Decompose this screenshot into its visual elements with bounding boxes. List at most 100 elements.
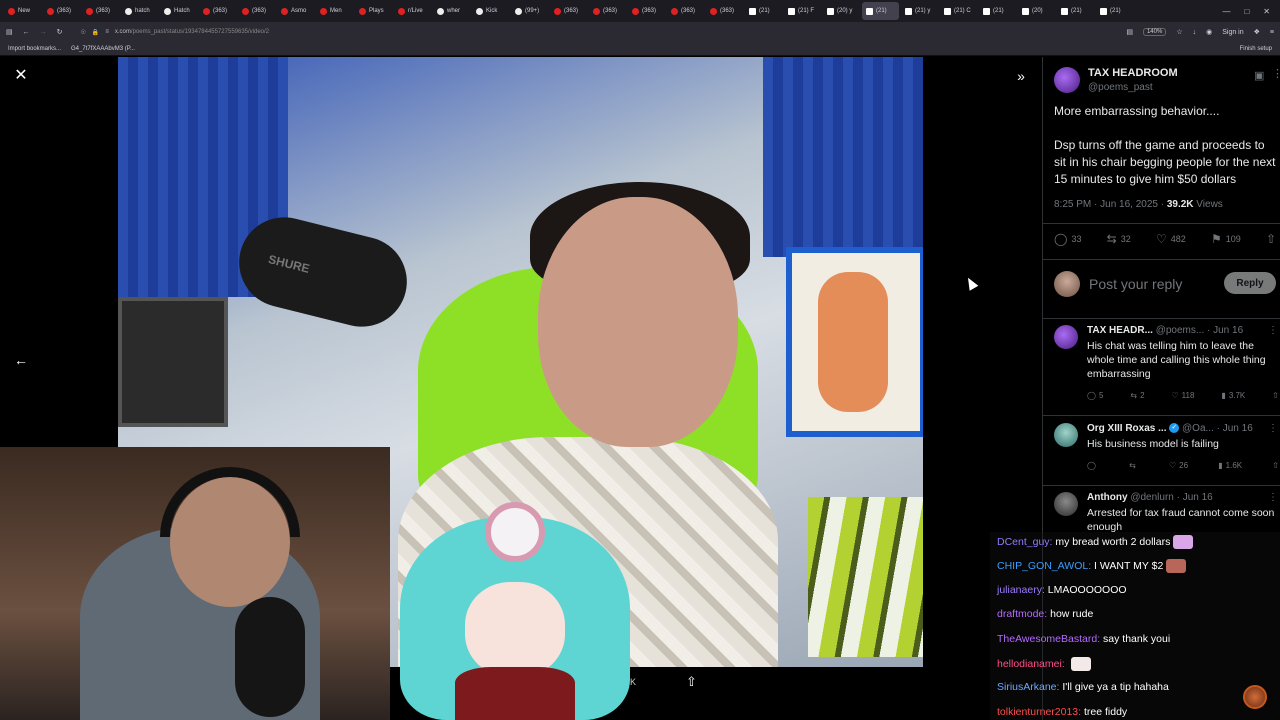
browser-tab[interactable]: wher — [433, 2, 470, 20]
bookmark-import[interactable]: Import bookmarks... — [8, 46, 61, 52]
browser-tab[interactable]: (20) y — [823, 2, 860, 20]
browser-tab[interactable]: Asmo — [277, 2, 314, 20]
chat-username[interactable]: hellodianamei: — [997, 658, 1065, 670]
reply-stat[interactable]: ◯ 33 — [1054, 232, 1081, 246]
repost-action[interactable]: ⇆ 2 — [1130, 391, 1144, 400]
list-item[interactable]: TAX HEADR... @poems... · Jun 16 ⋮ His ch… — [1054, 325, 1279, 405]
previous-arrow-icon[interactable]: ← — [12, 351, 30, 369]
post-time[interactable]: 8:25 PM · Jun 16, 2025 · — [1054, 199, 1167, 210]
address-bar[interactable]: ☉ 🔒 ≡ x.com/poems_past/status/1934784455… — [73, 25, 1117, 39]
bookmark-item[interactable]: G4_7t7fXAAAbvM3 (P... — [71, 46, 135, 52]
browser-tab[interactable]: (363) — [667, 2, 704, 20]
sidebar-icon[interactable]: ▤ — [6, 28, 13, 36]
tab-label: (363) — [642, 8, 657, 14]
browser-tab[interactable]: (21) — [745, 2, 782, 20]
browser-tab[interactable]: (363) — [82, 2, 119, 20]
browser-tab[interactable]: (21) — [979, 2, 1016, 20]
browser-tab[interactable]: (363) — [706, 2, 743, 20]
reply-action[interactable]: ◯ — [1087, 461, 1099, 470]
browser-tab[interactable]: (363) — [628, 2, 665, 20]
comment-author[interactable]: Org XIII Roxas ... — [1087, 423, 1166, 434]
share-action[interactable]: ⇧ — [1272, 461, 1279, 470]
share-icon[interactable]: ⇧ — [686, 674, 697, 690]
reply-icon: ◯ — [1087, 461, 1096, 470]
close-window-icon[interactable]: ✕ — [1263, 7, 1270, 16]
browser-tab[interactable]: (21) y — [901, 2, 938, 20]
browser-tab[interactable]: Hatch — [160, 2, 197, 20]
chat-username[interactable]: julianaery: — [997, 584, 1045, 596]
browser-tab[interactable]: (99+) — [511, 2, 548, 20]
extensions-icon[interactable]: ❖ — [1254, 28, 1260, 36]
chat-username[interactable]: tolkienturner2013: — [997, 706, 1081, 718]
more-options-icon[interactable]: ⋮ — [1268, 423, 1278, 434]
browser-tab[interactable]: Men — [316, 2, 353, 20]
grok-icon[interactable]: ▣ — [1254, 69, 1264, 82]
bookmark-finish-setup[interactable]: Finish setup — [1240, 46, 1272, 52]
like-action[interactable]: ♡ 26 — [1169, 461, 1188, 470]
chat-username[interactable]: DCent_guy: — [997, 536, 1052, 548]
download-icon[interactable]: ↓ — [1193, 29, 1197, 36]
close-icon[interactable]: ✕ — [12, 67, 30, 85]
browser-tab[interactable]: (21) F — [784, 2, 821, 20]
browser-tab[interactable]: hatch — [121, 2, 158, 20]
bookmark-stat[interactable]: ⚑ 109 — [1211, 232, 1241, 246]
repost-stat[interactable]: ⇆ 32 — [1107, 232, 1131, 246]
views-action[interactable]: ▮ 1.6K — [1218, 461, 1242, 470]
maximize-icon[interactable]: □ — [1244, 7, 1249, 16]
browser-tab[interactable]: (363) — [43, 2, 80, 20]
browser-tab[interactable]: (21) — [862, 2, 899, 20]
divider — [1043, 318, 1280, 319]
sign-in-button[interactable]: Sign in — [1222, 29, 1243, 36]
menu-icon[interactable]: ≡ — [1270, 29, 1274, 36]
more-options-icon[interactable]: ⋮ — [1268, 325, 1278, 336]
reader-icon[interactable]: ▤ — [1126, 28, 1133, 36]
reload-icon[interactable]: ↻ — [57, 28, 63, 36]
chat-username[interactable]: draftmode: — [997, 608, 1047, 620]
comment-author[interactable]: TAX HEADR... — [1087, 325, 1153, 336]
like-stat[interactable]: ♡ 482 — [1156, 232, 1186, 246]
chat-username[interactable]: TheAwesomeBastard: — [997, 633, 1100, 645]
account-icon[interactable]: ◉ — [1206, 28, 1212, 36]
avatar[interactable] — [1054, 423, 1078, 447]
more-options-icon[interactable]: ⋮ — [1268, 492, 1278, 503]
browser-tab[interactable]: (363) — [589, 2, 626, 20]
back-icon[interactable]: ← — [23, 29, 30, 36]
browser-tab[interactable]: (21) — [1096, 2, 1133, 20]
browser-tab[interactable]: Plays — [355, 2, 392, 20]
reply-action[interactable]: ◯ 5 — [1087, 391, 1103, 400]
like-action[interactable]: ♡ 118 — [1172, 391, 1195, 400]
browser-tab[interactable]: (363) — [199, 2, 236, 20]
share-stat[interactable]: ⇧ — [1266, 232, 1276, 246]
forward-icon[interactable]: → — [40, 29, 47, 36]
avatar[interactable] — [1054, 67, 1080, 93]
post-handle[interactable]: @poems_past — [1088, 82, 1153, 93]
chat-emote-icon — [1173, 535, 1194, 549]
browser-tab[interactable]: (21) C — [940, 2, 977, 20]
chat-username[interactable]: CHIP_GON_AWOL: — [997, 560, 1091, 572]
browser-tab[interactable]: (20) — [1018, 2, 1055, 20]
views-action[interactable]: ▮ 3.7K — [1221, 391, 1245, 400]
post-author[interactable]: TAX HEADROOM — [1088, 67, 1178, 79]
browser-tab[interactable]: Kick — [472, 2, 509, 20]
reply-button[interactable]: Reply — [1224, 272, 1276, 294]
minimize-icon[interactable]: — — [1222, 7, 1230, 16]
reply-input[interactable]: Post your reply — [1089, 276, 1182, 292]
chat-message: TheAwesomeBastard: say thank youi — [997, 633, 1170, 645]
collapse-panel-icon[interactable]: » — [1012, 67, 1030, 85]
browser-tab[interactable]: (363) — [550, 2, 587, 20]
browser-tab[interactable]: (363) — [238, 2, 275, 20]
share-action[interactable]: ⇧ — [1272, 391, 1279, 400]
more-options-icon[interactable]: ⋮ — [1272, 67, 1280, 80]
list-item[interactable]: Org XIII Roxas ... ✓ @Oa... · Jun 16 ⋮ H… — [1054, 423, 1279, 475]
repost-action[interactable]: ⇆ — [1129, 461, 1139, 470]
avatar[interactable] — [1054, 325, 1078, 349]
browser-tab[interactable]: r/Live — [394, 2, 431, 20]
chat-username[interactable]: SiriusArkane: — [997, 681, 1059, 693]
avatar[interactable] — [1054, 492, 1078, 516]
zoom-level[interactable]: 140% — [1142, 28, 1167, 36]
repost-icon: ⇆ — [1106, 232, 1117, 246]
browser-tab[interactable]: (21) — [1057, 2, 1094, 20]
comment-author[interactable]: Anthony — [1087, 492, 1128, 503]
browser-tab[interactable]: New — [4, 2, 41, 20]
star-icon[interactable]: ☆ — [1176, 28, 1182, 36]
